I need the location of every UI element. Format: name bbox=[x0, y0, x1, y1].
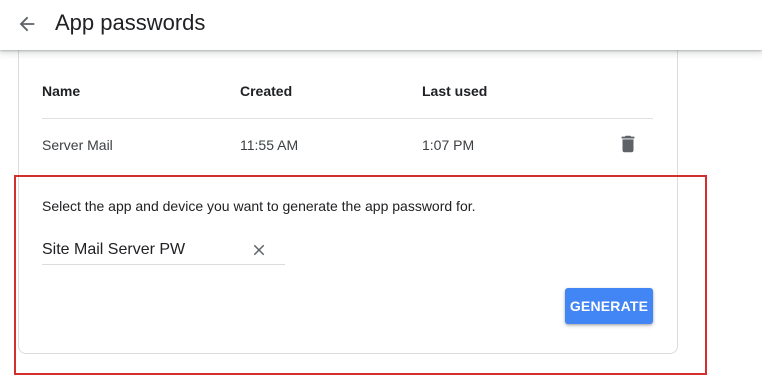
page-title: App passwords bbox=[55, 10, 206, 35]
column-header-created: Created bbox=[240, 83, 293, 99]
column-header-name: Name bbox=[42, 83, 81, 99]
arrow-back-icon bbox=[19, 16, 35, 32]
table-divider bbox=[42, 118, 653, 119]
row-created-time: 11:55 AM bbox=[240, 137, 299, 153]
app-name-input[interactable] bbox=[42, 239, 242, 261]
row-app-name: Server Mail bbox=[42, 137, 113, 153]
row-last-used-time: 1:07 PM bbox=[422, 137, 475, 153]
back-button[interactable] bbox=[14, 11, 40, 37]
close-icon bbox=[253, 244, 265, 256]
clear-input-button[interactable] bbox=[249, 240, 269, 260]
app-name-field bbox=[42, 236, 285, 265]
generate-button[interactable]: GENERATE bbox=[565, 288, 653, 324]
trash-icon bbox=[621, 135, 635, 153]
generate-instructions: Select the app and device you want to ge… bbox=[42, 198, 476, 214]
delete-app-password-button[interactable] bbox=[617, 132, 639, 156]
column-header-last-used: Last used bbox=[422, 83, 488, 99]
app-header: App passwords bbox=[0, 0, 762, 50]
